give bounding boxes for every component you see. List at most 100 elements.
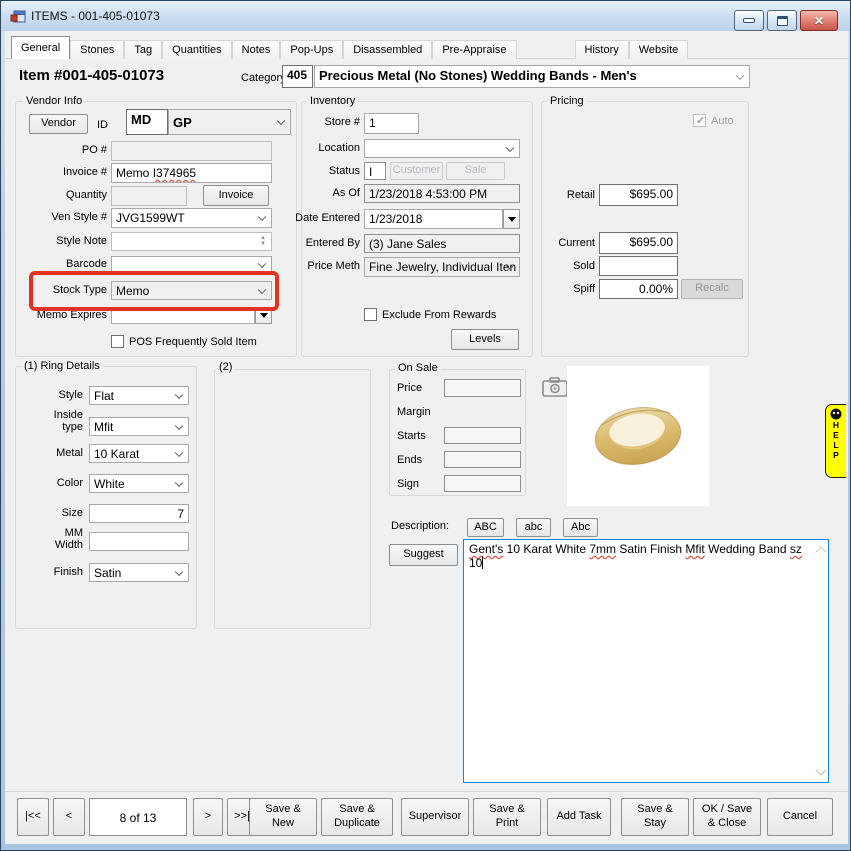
record-position: 8 of 13 xyxy=(89,798,187,836)
levels-button[interactable]: Levels xyxy=(451,329,519,350)
finish-select[interactable]: Satin xyxy=(89,563,189,582)
tab-quantities[interactable]: Quantities xyxy=(162,40,232,59)
next-record-button[interactable]: > xyxy=(193,798,223,836)
minimize-button[interactable] xyxy=(734,10,764,31)
inventory-group-label: Inventory xyxy=(307,95,358,107)
location-select[interactable] xyxy=(364,139,520,158)
camera-icon[interactable] xyxy=(542,377,568,397)
maximize-icon xyxy=(777,16,788,26)
inside-type-select[interactable]: Mfit xyxy=(89,417,189,436)
sale-starts-field[interactable] xyxy=(444,427,521,444)
recalc-button[interactable]: Recalc xyxy=(681,279,743,299)
category-code-field[interactable]: 405 xyxy=(282,65,313,88)
dropdown-arrow-icon xyxy=(508,217,516,226)
mm-width-field[interactable] xyxy=(89,532,189,551)
tab-tag[interactable]: Tag xyxy=(124,40,162,59)
store-field[interactable]: 1 xyxy=(364,113,419,134)
sale-button[interactable]: Sale xyxy=(446,162,505,180)
as-of-label: As Of xyxy=(284,187,360,199)
add-task-button[interactable]: Add Task xyxy=(547,798,611,836)
supervisor-button[interactable]: Supervisor xyxy=(401,798,469,836)
as-of-field: 1/23/2018 4:53:00 PM xyxy=(364,184,520,203)
description-textarea[interactable]: Gent's 10 Karat White 7mm Satin Finish M… xyxy=(463,539,829,783)
tab-pre-appraise[interactable]: Pre-Appraise xyxy=(432,40,516,59)
quantity-field[interactable] xyxy=(111,186,187,206)
invoice-field[interactable]: Memo I374965 xyxy=(111,163,272,183)
vendor-code-select[interactable]: GP xyxy=(168,109,291,135)
close-button[interactable]: ✕ xyxy=(800,10,838,31)
invoice-label: Invoice # xyxy=(25,166,107,178)
date-entered-dropdown-button[interactable] xyxy=(503,209,520,229)
item-photo[interactable] xyxy=(567,366,709,506)
exclude-rewards-label: Exclude From Rewards xyxy=(382,309,496,321)
spinner-icon[interactable]: ▲▼ xyxy=(257,235,269,247)
scroll-down-icon[interactable] xyxy=(815,764,826,775)
save-print-button[interactable]: Save & Print xyxy=(473,798,541,836)
ven-style-label: Ven Style # xyxy=(25,211,107,223)
color-select[interactable]: White xyxy=(89,474,189,493)
price-meth-label: Price Meth xyxy=(284,260,360,272)
auto-checkbox[interactable]: ✓ xyxy=(693,114,706,127)
exclude-rewards-checkbox[interactable] xyxy=(364,308,377,321)
tab-disassembled[interactable]: Disassembled xyxy=(343,40,432,59)
on-sale-group-label: On Sale xyxy=(395,362,441,374)
category-select[interactable]: Precious Metal (No Stones) Wedding Bands… xyxy=(314,65,750,88)
text-caret xyxy=(482,556,483,569)
save-duplicate-button[interactable]: Save & Duplicate xyxy=(321,798,393,836)
suggest-button[interactable]: Suggest xyxy=(389,544,458,566)
tab-history[interactable]: History xyxy=(575,40,629,59)
sold-field[interactable] xyxy=(599,256,678,276)
ring-style-select[interactable]: Flat xyxy=(89,386,189,405)
sale-margin-label: Margin xyxy=(397,406,431,418)
save-new-button[interactable]: Save & New xyxy=(249,798,317,836)
scroll-up-icon[interactable] xyxy=(815,546,826,557)
po-field[interactable] xyxy=(111,141,272,161)
ring-details-group-label: (1) Ring Details xyxy=(21,360,103,372)
window-title: ITEMS - 001-405-01073 xyxy=(31,9,160,23)
uppercase-button[interactable]: ABC xyxy=(467,518,504,537)
price-meth-select[interactable]: Fine Jewelry, Individual Iten xyxy=(364,257,520,277)
po-label: PO # xyxy=(25,144,107,156)
description-label: Description: xyxy=(391,520,449,532)
invoice-button[interactable]: Invoice xyxy=(203,185,269,206)
spiff-field[interactable]: 0.00% xyxy=(599,279,678,299)
cancel-button[interactable]: Cancel xyxy=(767,798,833,836)
tab-notes[interactable]: Notes xyxy=(232,40,281,59)
annotation-highlight xyxy=(29,271,279,311)
retail-field[interactable]: $695.00 xyxy=(599,184,678,206)
vendor-button[interactable]: Vendor xyxy=(29,114,88,134)
maximize-button[interactable] xyxy=(767,10,797,31)
status-field[interactable]: I xyxy=(364,162,386,180)
save-stay-button[interactable]: Save & Stay xyxy=(621,798,689,836)
lowercase-button[interactable]: abc xyxy=(516,518,551,537)
sale-price-field[interactable] xyxy=(444,379,521,397)
dropdown-arrow-icon xyxy=(260,313,268,322)
chevron-down-icon xyxy=(175,567,183,575)
vendor-id-field[interactable]: MD xyxy=(126,109,168,135)
pos-frequently-sold-checkbox[interactable] xyxy=(111,335,124,348)
ven-style-select[interactable]: JVG1599WT xyxy=(111,208,272,228)
first-record-button[interactable]: |<< xyxy=(17,798,49,836)
help-tab[interactable]: H E L P xyxy=(825,404,846,478)
sale-ends-field[interactable] xyxy=(444,451,521,468)
tab-website[interactable]: Website xyxy=(629,40,689,59)
tab-general[interactable]: General xyxy=(11,36,70,59)
titlecase-button[interactable]: Abc xyxy=(563,518,598,537)
tab-popups[interactable]: Pop-Ups xyxy=(280,40,343,59)
current-field[interactable]: $695.00 xyxy=(599,232,678,254)
vendor-info-group-label: Vendor Info xyxy=(23,95,85,107)
title-bar[interactable]: ITEMS - 001-405-01073 ✕ xyxy=(1,1,850,31)
date-entered-field[interactable]: 1/23/2018 xyxy=(364,209,503,229)
size-field[interactable]: 7 xyxy=(89,504,189,523)
tab-stones[interactable]: Stones xyxy=(70,40,124,59)
previous-record-button[interactable]: < xyxy=(53,798,85,836)
general-tab-page: General Stones Tag Quantities Notes Pop-… xyxy=(5,31,848,844)
current-label: Current xyxy=(545,237,595,249)
metal-select[interactable]: 10 Karat xyxy=(89,444,189,463)
customer-button[interactable]: Customer xyxy=(390,162,443,180)
help-icon xyxy=(830,408,842,420)
store-label: Store # xyxy=(284,116,360,128)
ok-save-close-button[interactable]: OK / Save & Close xyxy=(693,798,761,836)
style-note-field[interactable]: ▲▼ xyxy=(111,232,272,251)
sale-sign-field[interactable] xyxy=(444,475,521,492)
